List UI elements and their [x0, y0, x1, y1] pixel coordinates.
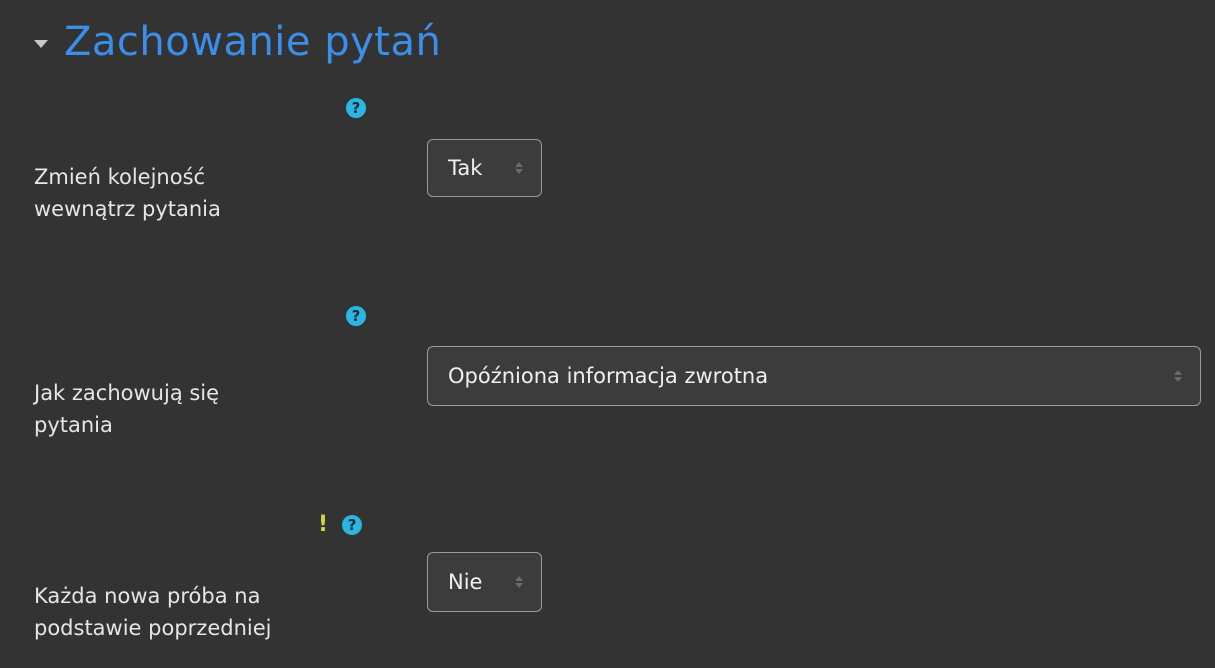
field-behaviour-label: Jak zachowują się pytania [34, 377, 219, 441]
help-icon[interactable]: ? [346, 306, 366, 326]
field-shuffle-help-area: ? [346, 98, 366, 118]
select-value: Opóźniona informacja zwrotna [448, 364, 769, 388]
field-attempt-label: Każda nowa próba na podstawie poprzednie… [34, 580, 271, 644]
shuffle-answers-select[interactable]: Tak [427, 139, 542, 197]
label-line: wewnątrz pytania [34, 197, 221, 221]
label-line: Każda nowa próba na [34, 584, 261, 608]
field-behaviour-help-area: ? [346, 306, 366, 326]
section-title: Zachowanie pytań [64, 19, 442, 65]
select-value: Tak [448, 156, 483, 180]
label-line: Jak zachowują się [34, 381, 220, 405]
label-line: pytania [34, 413, 113, 437]
select-arrows-icon [1174, 370, 1182, 382]
caret-down-icon [34, 40, 48, 48]
advanced-mark-icon: ! [318, 512, 329, 537]
help-icon[interactable]: ? [346, 98, 366, 118]
attempt-builds-on-last-select[interactable]: Nie [427, 552, 542, 612]
label-line: podstawie poprzedniej [34, 616, 272, 640]
section-toggle[interactable]: Zachowanie pytań [34, 12, 441, 72]
question-behaviour-select[interactable]: Opóźniona informacja zwrotna [427, 346, 1201, 406]
select-value: Nie [448, 570, 483, 594]
field-attempt-help-area: ! ? [318, 512, 363, 537]
select-arrows-icon [515, 576, 523, 588]
field-shuffle-label: Zmień kolejność wewnątrz pytania [34, 161, 221, 225]
label-line: Zmień kolejność [34, 165, 206, 189]
help-icon[interactable]: ? [342, 514, 363, 535]
select-arrows-icon [515, 162, 523, 174]
